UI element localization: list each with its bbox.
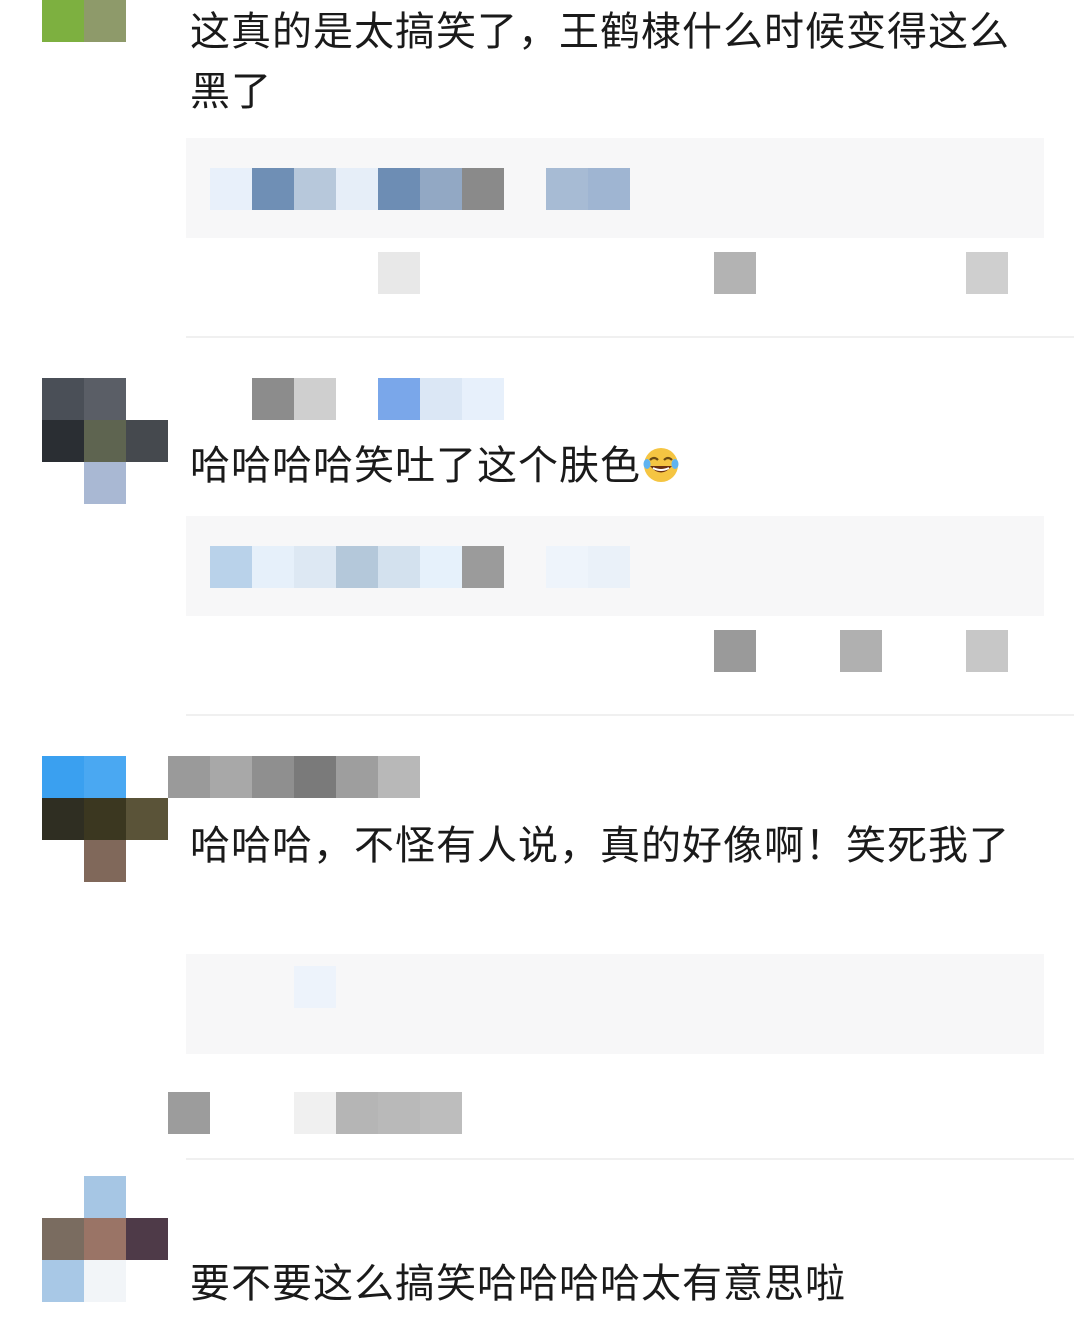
comment-item: 哈哈哈哈笑吐了这个肤色	[0, 378, 1074, 718]
comment-meta	[168, 1092, 1048, 1134]
comment-meta	[168, 252, 1048, 294]
divider	[186, 1158, 1074, 1160]
reply-preview[interactable]	[186, 954, 1044, 1054]
comment-item: 哈哈哈，不怪有人说，真的好像啊！笑死我了	[0, 756, 1074, 1176]
avatar[interactable]	[40, 756, 168, 884]
divider	[186, 336, 1074, 338]
reply-preview[interactable]	[186, 138, 1044, 238]
avatar[interactable]	[40, 1176, 168, 1304]
avatar[interactable]	[40, 0, 168, 42]
comment-text-content: 哈哈哈哈笑吐了这个肤色	[190, 443, 641, 489]
reply-preview[interactable]	[186, 516, 1044, 616]
comment-feed: 这真的是太搞笑了，王鹤棣什么时候变得这么黑了 哈哈哈哈笑吐了这个肤色 哈哈哈，不…	[0, 0, 1074, 1319]
avatar[interactable]	[40, 378, 168, 506]
comment-text: 哈哈哈哈笑吐了这个肤色	[190, 436, 1050, 496]
comment-text: 哈哈哈，不怪有人说，真的好像啊！笑死我了	[190, 823, 1010, 869]
comment-text: 这真的是太搞笑了，王鹤棣什么时候变得这么黑了	[190, 9, 1010, 115]
comment-meta	[168, 630, 1048, 672]
divider	[186, 714, 1074, 716]
laugh-cry-icon	[641, 442, 681, 482]
comment-item: 这真的是太搞笑了，王鹤棣什么时候变得这么黑了	[0, 0, 1074, 360]
comment-text: 要不要这么搞笑哈哈哈哈太有意思啦	[190, 1261, 846, 1307]
comment-item: 要不要这么搞笑哈哈哈哈太有意思啦	[0, 1176, 1074, 1319]
